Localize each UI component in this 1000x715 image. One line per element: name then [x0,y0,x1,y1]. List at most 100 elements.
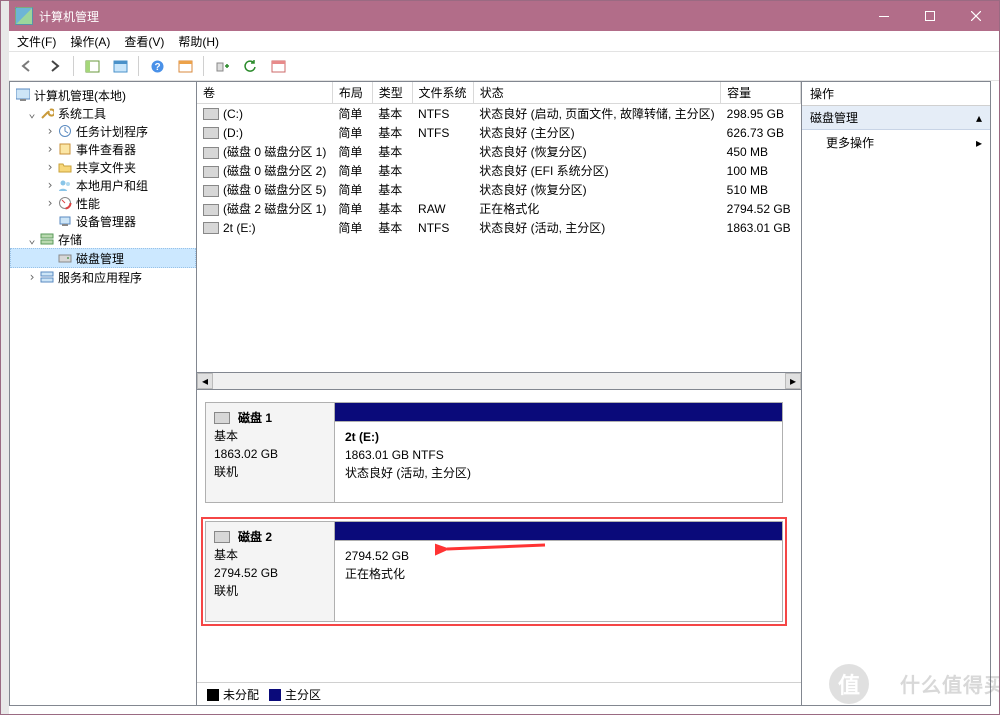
maximize-button[interactable] [907,1,953,31]
volume-icon [203,222,219,234]
table-row[interactable]: 2t (E:)简单基本NTFS状态良好 (活动, 主分区)1863.01 GB [197,218,801,237]
expand-icon[interactable]: › [44,196,56,210]
disk-1-label[interactable]: 磁盘 1 基本 1863.02 GB 联机 [205,402,335,503]
partition-body[interactable]: 2t (E:) 1863.01 GB NTFS 状态良好 (活动, 主分区) [335,422,783,503]
expand-icon[interactable]: › [26,270,38,284]
list-button[interactable] [266,54,290,78]
tree-disk-management[interactable]: 磁盘管理 [10,248,196,268]
action-button[interactable] [210,54,234,78]
menubar: 文件(F) 操作(A) 查看(V) 帮助(H) [9,31,999,51]
menu-view[interactable]: 查看(V) [124,33,164,50]
collapse-icon[interactable]: ⌄ [26,232,38,246]
actions-header: 操作 [802,82,990,106]
col-fs[interactable]: 文件系统 [412,82,473,104]
scroll-right-button[interactable]: ▸ [785,373,801,389]
horizontal-scrollbar[interactable]: ◂ ▸ [197,373,801,390]
clock-icon [58,124,72,138]
table-row[interactable]: (C:)简单基本NTFS状态良好 (启动, 页面文件, 故障转储, 主分区)29… [197,104,801,124]
volume-icon [203,185,219,197]
table-row[interactable]: (磁盘 0 磁盘分区 2)简单基本状态良好 (EFI 系统分区)100 MB [197,161,801,180]
storage-icon [40,232,54,246]
expand-icon[interactable]: › [44,178,56,192]
tree-event-viewer[interactable]: ›事件查看器 [10,140,196,158]
disk-2-label[interactable]: 磁盘 2 基本 2794.52 GB 联机 [205,521,335,622]
volume-icon [203,127,219,139]
separator [203,56,204,76]
expand-icon[interactable]: › [44,124,56,138]
partition-header [335,521,783,541]
toolbar: ? [9,51,999,81]
tree-local-users[interactable]: ›本地用户和组 [10,176,196,194]
disk-2-partition[interactable]: 2794.52 GB 正在格式化 [335,521,783,622]
collapse-icon[interactable]: ⌄ [26,106,38,120]
menu-help[interactable]: 帮助(H) [178,33,219,50]
disk-icon [214,531,230,543]
disk-1[interactable]: 磁盘 1 基本 1863.02 GB 联机 2t (E:) 1863.01 GB… [205,402,783,503]
app-icon [15,7,33,25]
col-volume[interactable]: 卷 [197,82,332,104]
view-button[interactable] [108,54,132,78]
tree-device-manager[interactable]: 设备管理器 [10,212,196,230]
actions-section[interactable]: 磁盘管理 ▴ [802,106,990,130]
tree-storage[interactable]: ⌄存储 [10,230,196,248]
gauge-icon [58,196,72,210]
expand-icon[interactable]: › [44,142,56,156]
disk-icon [58,251,72,265]
window: 计算机管理 文件(F) 操作(A) 查看(V) 帮助(H) ? 计算机管理(本地… [0,0,1000,715]
disk-1-partition[interactable]: 2t (E:) 1863.01 GB NTFS 状态良好 (活动, 主分区) [335,402,783,503]
col-capacity[interactable]: 容量 [721,82,801,104]
window-title: 计算机管理 [39,8,861,25]
table-row[interactable]: (D:)简单基本NTFS状态良好 (主分区)626.73 GB [197,123,801,142]
tree-services-apps[interactable]: ›服务和应用程序 [10,268,196,286]
event-icon [58,142,72,156]
col-type[interactable]: 类型 [372,82,412,104]
volume-icon [203,204,219,216]
legend-unallocated: 未分配 [207,686,259,703]
table-header[interactable]: 卷 布局 类型 文件系统 状态 容量 [197,82,801,104]
tree-task-scheduler[interactable]: ›任务计划程序 [10,122,196,140]
tree-root[interactable]: 计算机管理(本地) [10,86,196,104]
tree-performance[interactable]: ›性能 [10,194,196,212]
left-margin [1,1,9,715]
content: 计算机管理(本地) ⌄系统工具 ›任务计划程序 ›事件查看器 ›共享文件夹 ›本… [9,81,991,706]
refresh-button[interactable] [238,54,262,78]
table-row[interactable]: (磁盘 0 磁盘分区 5)简单基本状态良好 (恢复分区)510 MB [197,180,801,199]
minimize-button[interactable] [861,1,907,31]
col-layout[interactable]: 布局 [332,82,372,104]
titlebar[interactable]: 计算机管理 [9,1,999,31]
table-row[interactable]: (磁盘 2 磁盘分区 1)简单基本RAW正在格式化2794.52 GB [197,199,801,218]
more-actions-item[interactable]: 更多操作 ▸ [802,130,990,155]
table-row[interactable]: (磁盘 0 磁盘分区 1)简单基本状态良好 (恢复分区)450 MB [197,142,801,161]
legend: 未分配 主分区 [197,682,801,705]
computer-icon [16,88,30,102]
svg-text:?: ? [154,62,160,73]
separator [138,56,139,76]
tree-system-tools[interactable]: ⌄系统工具 [10,104,196,122]
actions-panel: 操作 磁盘管理 ▴ 更多操作 ▸ [801,82,990,705]
help-button[interactable]: ? [145,54,169,78]
show-hide-tree-button[interactable] [80,54,104,78]
volume-table: 卷 布局 类型 文件系统 状态 容量 (C:)简单基本NTFS状态良好 (启动,… [197,82,801,237]
menu-file[interactable]: 文件(F) [17,33,56,50]
volume-list[interactable]: 卷 布局 类型 文件系统 状态 容量 (C:)简单基本NTFS状态良好 (启动,… [197,82,801,373]
col-status[interactable]: 状态 [473,82,720,104]
tree-shared-folders[interactable]: ›共享文件夹 [10,158,196,176]
menu-action[interactable]: 操作(A) [70,33,110,50]
expand-icon[interactable]: › [44,160,56,174]
navigation-tree[interactable]: 计算机管理(本地) ⌄系统工具 ›任务计划程序 ›事件查看器 ›共享文件夹 ›本… [10,82,197,705]
disk-layout-panel[interactable]: 磁盘 1 基本 1863.02 GB 联机 2t (E:) 1863.01 GB… [197,390,801,682]
disk-2[interactable]: 磁盘 2 基本 2794.52 GB 联机 2794.52 GB 正在格式化 [205,521,783,622]
folder-icon [58,160,72,174]
separator [73,56,74,76]
annotation-arrow-icon [435,537,555,561]
forward-button[interactable] [43,54,67,78]
device-icon [58,214,72,228]
settings-button[interactable] [173,54,197,78]
main-panel: 卷 布局 类型 文件系统 状态 容量 (C:)简单基本NTFS状态良好 (启动,… [197,82,801,705]
chevron-up-icon[interactable]: ▴ [976,111,982,125]
close-button[interactable] [953,1,999,31]
back-button[interactable] [15,54,39,78]
partition-body[interactable]: 2794.52 GB 正在格式化 [335,541,783,622]
users-icon [58,178,72,192]
scroll-left-button[interactable]: ◂ [197,373,213,389]
